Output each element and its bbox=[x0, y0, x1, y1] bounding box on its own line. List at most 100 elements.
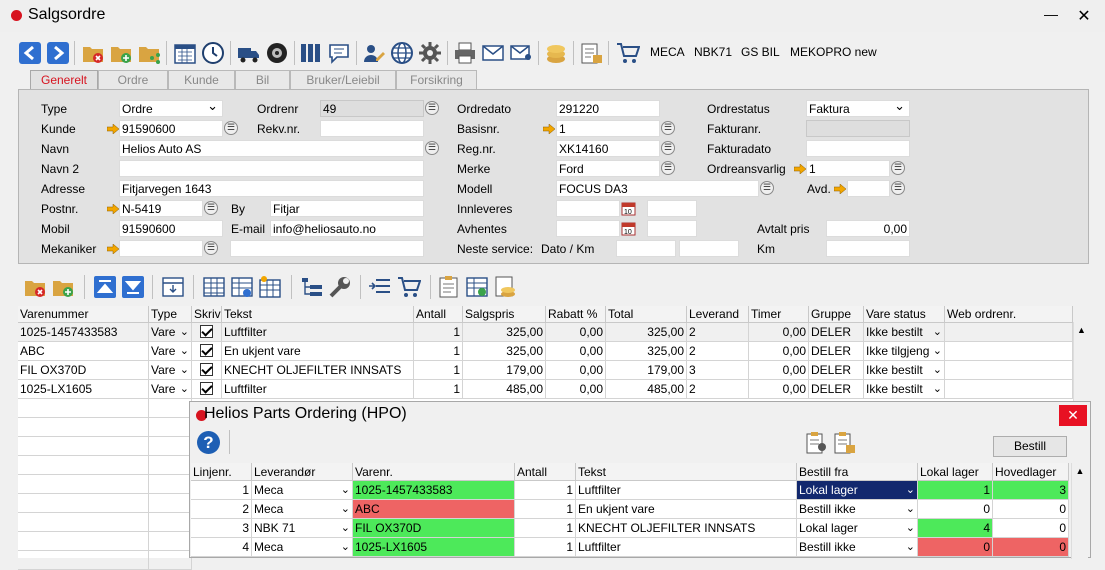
hpo-cell-antall[interactable]: 1 bbox=[515, 481, 576, 500]
email-button[interactable] bbox=[480, 40, 506, 66]
cell-varenummer[interactable]: 1025-1457433583 bbox=[18, 323, 149, 342]
mobil-field[interactable]: 91590600 bbox=[119, 220, 223, 237]
cell-antall[interactable]: 1 bbox=[414, 361, 463, 380]
chevron-down-icon[interactable]: ⌄ bbox=[180, 382, 189, 395]
col-header-tekst[interactable]: Tekst bbox=[222, 306, 414, 323]
add-line-button[interactable] bbox=[50, 274, 76, 300]
mekaniker-lookup-icon[interactable]: ☰ bbox=[204, 241, 218, 255]
by-field[interactable]: Fitjar bbox=[270, 200, 424, 217]
tree-button[interactable] bbox=[299, 274, 325, 300]
cell-web-ordrenr[interactable] bbox=[945, 380, 1073, 399]
chevron-down-icon[interactable]: ⌄ bbox=[341, 521, 350, 534]
hpo-cell-linjenr[interactable]: 3 bbox=[191, 519, 252, 538]
cell-vare-status[interactable]: Ikke tilgjeng ⌄ bbox=[864, 342, 945, 361]
hpo-cell-lokal-lager[interactable]: 1 bbox=[918, 481, 993, 500]
email-user-button[interactable] bbox=[508, 40, 534, 66]
cell-skriv[interactable] bbox=[192, 342, 222, 361]
cell-varenummer[interactable]: ABC bbox=[18, 342, 149, 361]
fakturadato-field[interactable] bbox=[806, 140, 910, 157]
merke-field[interactable]: Ford bbox=[556, 160, 660, 177]
settings-button[interactable] bbox=[417, 40, 443, 66]
modell-lookup-icon[interactable]: ☰ bbox=[760, 181, 774, 195]
col-header-type[interactable]: Type bbox=[149, 306, 192, 323]
message-button[interactable] bbox=[326, 40, 352, 66]
tab-forsikring[interactable]: Forsikring bbox=[396, 70, 477, 89]
mekaniker-field[interactable] bbox=[119, 240, 203, 257]
supplier-gsbil-button[interactable]: GS BIL bbox=[741, 45, 780, 59]
skriv-checkbox[interactable] bbox=[200, 363, 213, 376]
hpo-cell-tekst[interactable]: Luftfilter bbox=[576, 481, 797, 500]
hpo-cell-tekst[interactable]: KNECHT OLJEFILTER INNSATS bbox=[576, 519, 797, 538]
ordrenr-lookup-icon[interactable]: ☰ bbox=[425, 101, 439, 115]
chevron-down-icon[interactable]: ⌄ bbox=[906, 483, 915, 496]
cell-skriv[interactable] bbox=[192, 361, 222, 380]
hpo-col-header-leverandor[interactable]: Leverandør bbox=[252, 463, 353, 481]
cell-web-ordrenr[interactable] bbox=[945, 361, 1073, 380]
web-button[interactable] bbox=[389, 40, 415, 66]
hpo-col-header-linjenr[interactable]: Linjenr. bbox=[191, 463, 252, 481]
cell-rabatt[interactable]: 0,00 bbox=[546, 380, 606, 399]
chevron-down-icon[interactable]: ⌄ bbox=[341, 502, 350, 515]
hpo-cell-bestill-fra[interactable]: Bestill ikke ⌄ bbox=[797, 538, 918, 557]
cell-rabatt[interactable]: 0,00 bbox=[546, 342, 606, 361]
hpo-cell-hovedlager[interactable]: 0 bbox=[993, 500, 1069, 519]
forward-button[interactable] bbox=[46, 40, 70, 66]
supplier-nbk71-button[interactable]: NBK71 bbox=[694, 45, 732, 59]
merke-lookup-icon[interactable]: ☰ bbox=[661, 161, 675, 175]
hpo-cell-linjenr[interactable]: 2 bbox=[191, 500, 252, 519]
catalog-button[interactable] bbox=[298, 40, 324, 66]
chevron-down-icon[interactable]: ⌄ bbox=[180, 325, 189, 338]
cell-tekst[interactable]: Luftfilter bbox=[222, 323, 414, 342]
chevron-down-icon[interactable]: ⌄ bbox=[906, 502, 915, 515]
modell-field[interactable]: FOCUS DA3 bbox=[556, 180, 759, 197]
col-header-rabatt[interactable]: Rabatt % bbox=[546, 306, 606, 323]
hpo-cell-antall[interactable]: 1 bbox=[515, 500, 576, 519]
cell-timer[interactable]: 0,00 bbox=[749, 361, 809, 380]
new-order-button[interactable] bbox=[108, 40, 134, 66]
cell-total[interactable]: 325,00 bbox=[606, 323, 687, 342]
basisnr-lookup-icon[interactable]: ☰ bbox=[661, 121, 675, 135]
cell-total[interactable]: 179,00 bbox=[606, 361, 687, 380]
col-header-varenummer[interactable]: Varenummer bbox=[18, 306, 149, 323]
cell-vare-status[interactable]: Ikke bestilt ⌄ bbox=[864, 361, 945, 380]
cell-tekst[interactable]: En ukjent vare bbox=[222, 342, 414, 361]
hpo-col-header-hovedlager[interactable]: Hovedlager bbox=[993, 463, 1069, 481]
delete-order-button[interactable] bbox=[80, 40, 106, 66]
ordreansvarlig-lookup-icon[interactable]: ☰ bbox=[891, 161, 905, 175]
cell-gruppe[interactable]: DELER bbox=[809, 380, 864, 399]
postnr-field[interactable]: N-5419 bbox=[119, 200, 203, 217]
cell-antall[interactable]: 1 bbox=[414, 342, 463, 361]
skriv-checkbox[interactable] bbox=[200, 382, 213, 395]
cell-leverandor[interactable]: 2 bbox=[687, 342, 749, 361]
chevron-down-icon[interactable]: ⌄ bbox=[341, 483, 350, 496]
cell-tekst[interactable]: KNECHT OLJEFILTER INNSATS bbox=[222, 361, 414, 380]
tab-bruker-leiebil[interactable]: Bruker/Leiebil bbox=[290, 70, 396, 89]
adresse-field[interactable]: Fitjarvegen 1643 bbox=[119, 180, 424, 197]
cell-leverandor[interactable]: 2 bbox=[687, 323, 749, 342]
col-header-timer[interactable]: Timer bbox=[749, 306, 809, 323]
cell-skriv[interactable] bbox=[192, 380, 222, 399]
hpo-cell-hovedlager[interactable]: 0 bbox=[993, 519, 1069, 538]
avd-field[interactable] bbox=[847, 180, 890, 197]
avhentes-time-field[interactable] bbox=[647, 220, 697, 237]
ordreansvarlig-arrow-icon[interactable] bbox=[794, 164, 806, 174]
kunde-arrow-icon[interactable] bbox=[107, 124, 119, 134]
cell-tekst[interactable]: Luftfilter bbox=[222, 380, 414, 399]
clock-button[interactable] bbox=[200, 40, 226, 66]
chevron-down-icon[interactable]: ⌄ bbox=[906, 521, 915, 534]
innleveres-time-field[interactable] bbox=[647, 200, 697, 217]
share-order-button[interactable] bbox=[136, 40, 162, 66]
innleveres-date-field[interactable] bbox=[556, 200, 620, 217]
cell-varenummer[interactable]: 1025-LX1605 bbox=[18, 380, 149, 399]
ordrestatus-select[interactable]: Faktura bbox=[806, 98, 910, 117]
tab-bil[interactable]: Bil bbox=[235, 70, 290, 89]
email-field[interactable]: info@heliosauto.no bbox=[270, 220, 424, 237]
table-new-button[interactable] bbox=[257, 274, 283, 300]
kunde-lookup-icon[interactable]: ☰ bbox=[224, 121, 238, 135]
tab-kunde[interactable]: Kunde bbox=[168, 70, 235, 89]
type-select[interactable]: Ordre bbox=[119, 98, 223, 117]
basisnr-field[interactable]: 1 bbox=[556, 120, 660, 137]
postnr-lookup-icon[interactable]: ☰ bbox=[204, 201, 218, 215]
cell-type[interactable]: Vare ⌄ bbox=[149, 380, 192, 399]
hpo-cell-lokal-lager[interactable]: 0 bbox=[918, 538, 993, 557]
